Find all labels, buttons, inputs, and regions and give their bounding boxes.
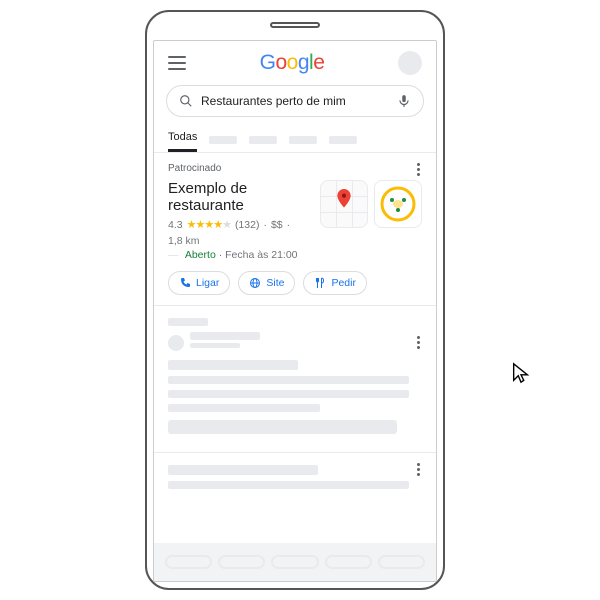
menu-icon[interactable] — [168, 56, 186, 70]
status-line: — Aberto · Fecha às 21:00 — [168, 249, 312, 261]
search-tabs: Todas — [154, 125, 436, 153]
globe-icon — [249, 277, 261, 289]
utensils-icon — [314, 277, 326, 289]
favicon-placeholder — [168, 335, 184, 351]
site-button[interactable]: Site — [238, 271, 295, 295]
carousel-item[interactable] — [218, 555, 265, 569]
screen: Google Restaurantes perto de mim Todas — [153, 40, 437, 582]
search-input[interactable]: Restaurantes perto de mim — [166, 85, 424, 117]
thumbnail-row — [320, 180, 422, 261]
price-level: $$ — [271, 219, 283, 231]
stars-icon: ★★★★★ — [187, 218, 231, 231]
search-query-text: Restaurantes perto de mim — [201, 94, 389, 108]
site-label: Site — [266, 277, 284, 289]
result-placeholder[interactable] — [154, 306, 436, 453]
sponsored-label: Patrocinado — [168, 163, 422, 174]
business-title: Exemplo de restaurante — [168, 180, 312, 214]
distance: 1,8 km — [168, 235, 200, 247]
map-pin-icon — [336, 189, 352, 214]
logo-letter: g — [298, 51, 309, 74]
app-header: Google — [154, 41, 436, 81]
overflow-menu-icon[interactable] — [410, 336, 426, 349]
logo-letter: e — [313, 51, 324, 74]
results-area: Patrocinado Exemplo de restaurante 4.3 ★… — [154, 153, 436, 581]
avatar[interactable] — [398, 51, 422, 75]
phone-frame: Google Restaurantes perto de mim Todas — [145, 10, 445, 590]
carousel-item[interactable] — [378, 555, 425, 569]
overflow-menu-icon[interactable] — [410, 463, 426, 476]
search-icon — [179, 94, 193, 108]
logo-letter: o — [275, 51, 286, 74]
open-status: Aberto — [185, 249, 216, 261]
separator-dot: · — [287, 219, 291, 231]
carousel-item[interactable] — [165, 555, 212, 569]
action-chips: Ligar Site — [168, 271, 422, 295]
tab-placeholder[interactable] — [289, 136, 317, 144]
dash-icon: — — [168, 249, 179, 261]
call-button[interactable]: Ligar — [168, 271, 230, 295]
bottom-carousel[interactable] — [154, 543, 436, 581]
carousel-item[interactable] — [271, 555, 318, 569]
tab-placeholder[interactable] — [249, 136, 277, 144]
order-label: Pedir — [331, 277, 356, 289]
rating-value: 4.3 — [168, 219, 183, 231]
review-count: (132) — [235, 219, 260, 231]
mic-icon[interactable] — [397, 94, 411, 108]
separator-dot: · — [263, 219, 267, 231]
rating-line: 4.3 ★★★★★ (132) · $$ · 1,8 km — [168, 218, 312, 247]
tab-placeholder[interactable] — [209, 136, 237, 144]
map-thumbnail[interactable] — [320, 180, 368, 228]
closing-time: Fecha às 21:00 — [225, 249, 297, 261]
overflow-menu-icon[interactable] — [410, 163, 426, 176]
carousel-item[interactable] — [325, 555, 372, 569]
call-label: Ligar — [196, 277, 219, 289]
tab-placeholder[interactable] — [329, 136, 357, 144]
photo-thumbnail[interactable] — [374, 180, 422, 228]
phone-icon — [179, 277, 191, 289]
google-logo: Google — [260, 51, 325, 75]
cursor-icon — [510, 362, 532, 389]
order-button[interactable]: Pedir — [303, 271, 367, 295]
phone-speaker — [270, 22, 320, 28]
logo-letter: G — [260, 51, 276, 74]
logo-letter: o — [287, 51, 298, 74]
tab-all[interactable]: Todas — [168, 125, 197, 152]
result-placeholder[interactable] — [154, 453, 436, 507]
sponsored-card[interactable]: Patrocinado Exemplo de restaurante 4.3 ★… — [154, 153, 436, 306]
